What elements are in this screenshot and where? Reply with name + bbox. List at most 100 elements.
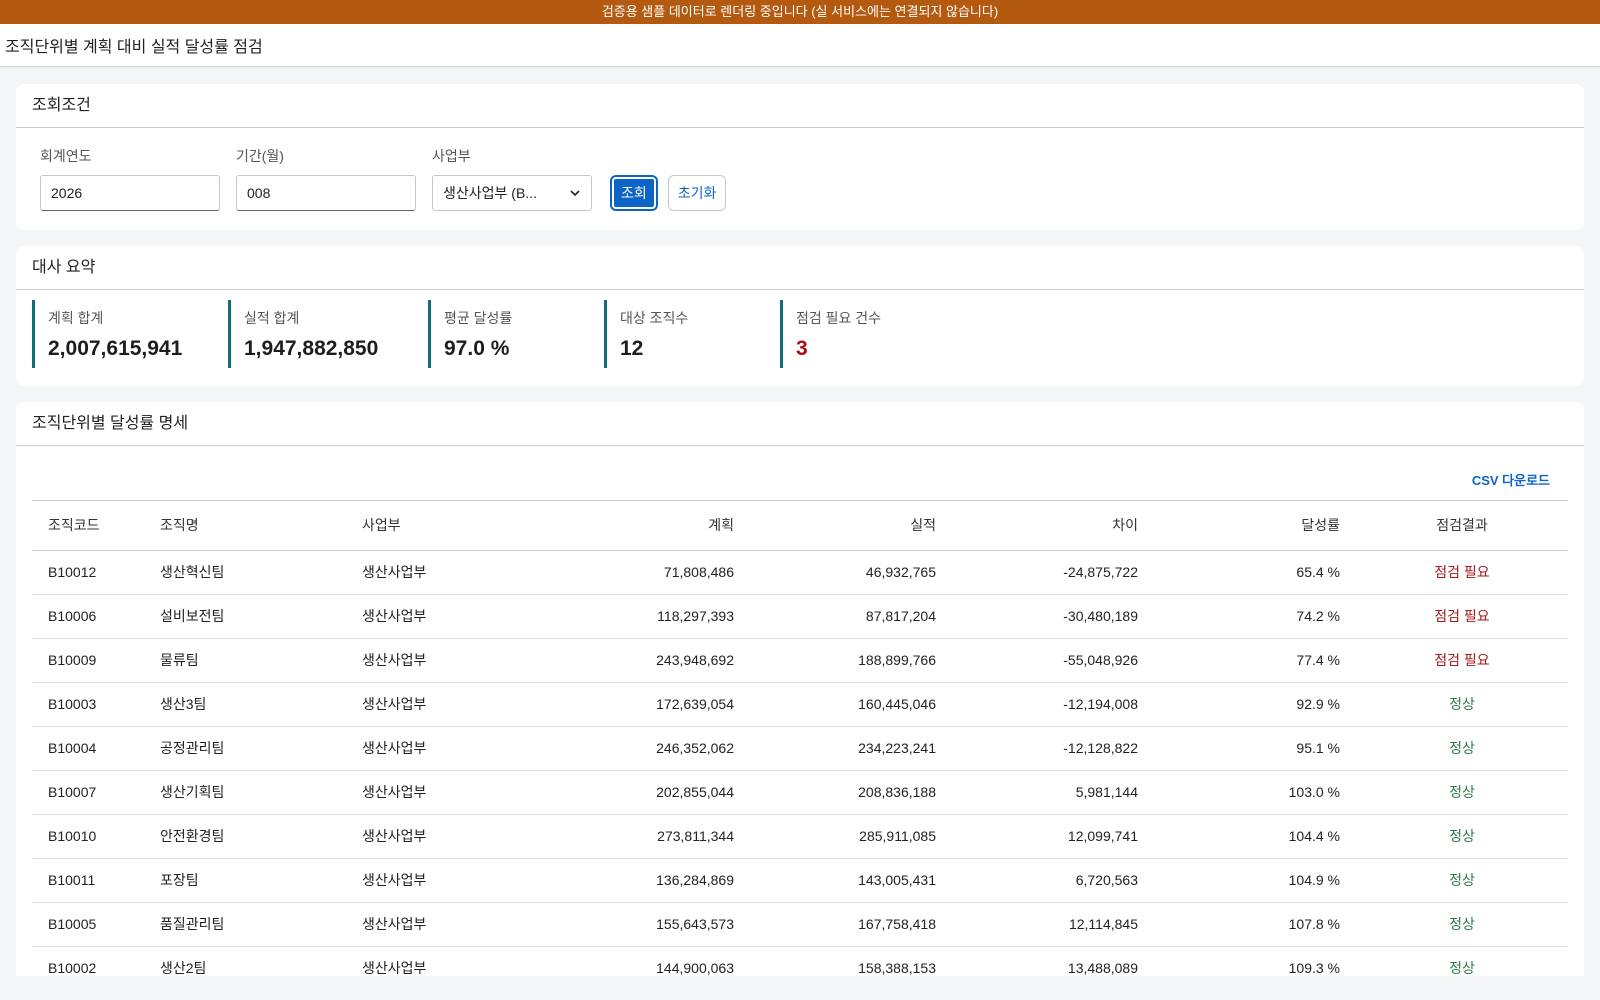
cell-check-result: 정상 bbox=[1356, 902, 1568, 947]
table-row[interactable]: B10011 포장팀 생산사업부 136,284,869 143,005,431 6,72… bbox=[32, 858, 1568, 903]
cell-org-code: B10012 bbox=[32, 550, 144, 595]
col-achievement-rate[interactable]: 달성률 bbox=[1154, 501, 1356, 551]
kpi-actual-total: 실적 합계 1,947,882,850 bbox=[228, 300, 428, 368]
cell-org-name: 생산기획팀 bbox=[144, 770, 346, 815]
detail-panel-title: 조직단위별 달성률 명세 bbox=[16, 402, 1584, 446]
cell-plan: 136,284,869 bbox=[548, 858, 750, 903]
cell-check-result: 정상 bbox=[1356, 814, 1568, 859]
cell-division: 생산사업부 bbox=[346, 638, 548, 683]
table-row[interactable]: B10005 품질관리팀 생산사업부 155,643,573 167,758,418 12… bbox=[32, 902, 1568, 947]
period-label: 기간(월) bbox=[236, 148, 284, 164]
period-field: 기간(월) 008 bbox=[236, 146, 416, 211]
kpi-label: 점검 필요 건수 bbox=[796, 310, 882, 326]
cell-difference: 6,720,563 bbox=[952, 858, 1154, 903]
cell-achievement-rate: 103.0 % bbox=[1154, 770, 1356, 815]
achievement-detail-panel: 조직단위별 달성률 명세 CSV 다운로드 조직코드 조직명 사업부 계획 실적… bbox=[16, 402, 1584, 1000]
table-row[interactable]: B10009 물류팀 생산사업부 243,948,692 188,899,766 -55,… bbox=[32, 638, 1568, 683]
table-header-row: 조직코드 조직명 사업부 계획 실적 차이 달성률 점검결과 bbox=[32, 501, 1568, 551]
cell-check-result: 점검 필요 bbox=[1356, 550, 1568, 595]
cell-achievement-rate: 74.2 % bbox=[1154, 594, 1356, 639]
cell-difference: -24,875,722 bbox=[952, 550, 1154, 595]
bottom-strip bbox=[0, 976, 1600, 1000]
cell-achievement-rate: 92.9 % bbox=[1154, 682, 1356, 727]
kpi-label: 계획 합계 bbox=[48, 310, 104, 326]
cell-org-name: 생산혁신팀 bbox=[144, 550, 346, 595]
kpi-value: 2,007,615,941 bbox=[48, 337, 183, 360]
fiscal-year-input[interactable]: 2026 bbox=[40, 175, 220, 211]
cell-actual: 160,445,046 bbox=[750, 682, 952, 727]
cell-achievement-rate: 104.4 % bbox=[1154, 814, 1356, 859]
col-difference[interactable]: 차이 bbox=[952, 501, 1154, 551]
cell-plan: 118,297,393 bbox=[548, 594, 750, 639]
cell-check-result: 점검 필요 bbox=[1356, 594, 1568, 639]
kpi-label: 실적 합계 bbox=[244, 310, 300, 326]
cell-division: 생산사업부 bbox=[346, 682, 548, 727]
cell-difference: 5,981,144 bbox=[952, 770, 1154, 815]
cell-division: 생산사업부 bbox=[346, 594, 548, 639]
cell-plan: 202,855,044 bbox=[548, 770, 750, 815]
cell-difference: -12,128,822 bbox=[952, 726, 1154, 771]
chevron-down-icon bbox=[570, 190, 580, 197]
division-selected-value: 생산사업부 (B... bbox=[443, 185, 537, 201]
reset-button[interactable]: 초기화 bbox=[667, 175, 727, 211]
cell-plan: 172,639,054 bbox=[548, 682, 750, 727]
cell-plan: 71,808,486 bbox=[548, 550, 750, 595]
kpi-average-rate: 평균 달성률 97.0 % bbox=[428, 300, 604, 368]
sample-data-banner: 검증용 샘플 데이터로 렌더링 중입니다 (실 서비스에는 연결되지 않습니다) bbox=[0, 0, 1600, 24]
cell-achievement-rate: 107.8 % bbox=[1154, 902, 1356, 947]
cell-difference: -55,048,926 bbox=[952, 638, 1154, 683]
search-button[interactable]: 조회 bbox=[610, 175, 658, 211]
cell-division: 생산사업부 bbox=[346, 858, 548, 903]
cell-org-name: 물류팀 bbox=[144, 638, 346, 683]
period-input[interactable]: 008 bbox=[236, 175, 416, 211]
cell-plan: 273,811,344 bbox=[548, 814, 750, 859]
cell-actual: 46,932,765 bbox=[750, 550, 952, 595]
cell-org-name: 품질관리팀 bbox=[144, 902, 346, 947]
cell-org-code: B10006 bbox=[32, 594, 144, 639]
division-select[interactable]: 생산사업부 (B... bbox=[432, 175, 592, 211]
cell-check-result: 점검 필요 bbox=[1356, 638, 1568, 683]
cell-plan: 155,643,573 bbox=[548, 902, 750, 947]
kpi-label: 대상 조직수 bbox=[620, 310, 689, 326]
col-org-name[interactable]: 조직명 bbox=[144, 501, 346, 551]
cell-actual: 285,911,085 bbox=[750, 814, 952, 859]
table-row[interactable]: B10006 설비보전팀 생산사업부 118,297,393 87,817,204 -30… bbox=[32, 594, 1568, 639]
kpi-plan-total: 계획 합계 2,007,615,941 bbox=[32, 300, 228, 368]
kpi-check-required-count: 점검 필요 건수 3 bbox=[780, 300, 956, 368]
cell-division: 생산사업부 bbox=[346, 770, 548, 815]
cell-division: 생산사업부 bbox=[346, 902, 548, 947]
division-field: 사업부 생산사업부 (B... bbox=[432, 146, 592, 211]
kpi-value: 1,947,882,850 bbox=[244, 337, 379, 360]
col-actual[interactable]: 실적 bbox=[750, 501, 952, 551]
search-panel-title: 조회조건 bbox=[16, 84, 1584, 128]
cell-actual: 208,836,188 bbox=[750, 770, 952, 815]
table-row[interactable]: B10004 공정관리팀 생산사업부 246,352,062 234,223,241 -1… bbox=[32, 726, 1568, 771]
csv-download-button[interactable]: CSV 다운로드 bbox=[1472, 470, 1550, 489]
col-check-result[interactable]: 점검결과 bbox=[1356, 501, 1568, 551]
col-division[interactable]: 사업부 bbox=[346, 501, 548, 551]
cell-achievement-rate: 77.4 % bbox=[1154, 638, 1356, 683]
kpi-value: 97.0 % bbox=[444, 337, 510, 360]
cell-plan: 243,948,692 bbox=[548, 638, 750, 683]
cell-check-result: 정상 bbox=[1356, 858, 1568, 903]
cell-achievement-rate: 65.4 % bbox=[1154, 550, 1356, 595]
table-row[interactable]: B10007 생산기획팀 생산사업부 202,855,044 208,836,188 5,… bbox=[32, 770, 1568, 815]
kpi-value: 12 bbox=[620, 337, 644, 360]
cell-org-name: 설비보전팀 bbox=[144, 594, 346, 639]
cell-actual: 87,817,204 bbox=[750, 594, 952, 639]
cell-division: 생산사업부 bbox=[346, 550, 548, 595]
cell-check-result: 정상 bbox=[1356, 726, 1568, 771]
kpi-label: 평균 달성률 bbox=[444, 310, 513, 326]
col-plan[interactable]: 계획 bbox=[548, 501, 750, 551]
cell-achievement-rate: 104.9 % bbox=[1154, 858, 1356, 903]
cell-actual: 234,223,241 bbox=[750, 726, 952, 771]
table-row[interactable]: B10003 생산3팀 생산사업부 172,639,054 160,445,046 -12… bbox=[32, 682, 1568, 727]
table-row[interactable]: B10012 생산혁신팀 생산사업부 71,808,486 46,932,765 -24,… bbox=[32, 550, 1568, 595]
cell-difference: 12,114,845 bbox=[952, 902, 1154, 947]
kpi-value: 3 bbox=[796, 337, 808, 360]
col-org-code[interactable]: 조직코드 bbox=[32, 501, 144, 551]
search-conditions-panel: 조회조건 회계연도 2026 기간(월) 008 사업부 생산사업부 (B...… bbox=[16, 84, 1584, 230]
cell-org-code: B10004 bbox=[32, 726, 144, 771]
cell-org-code: B10009 bbox=[32, 638, 144, 683]
table-row[interactable]: B10010 안전환경팀 생산사업부 273,811,344 285,911,085 12… bbox=[32, 814, 1568, 859]
